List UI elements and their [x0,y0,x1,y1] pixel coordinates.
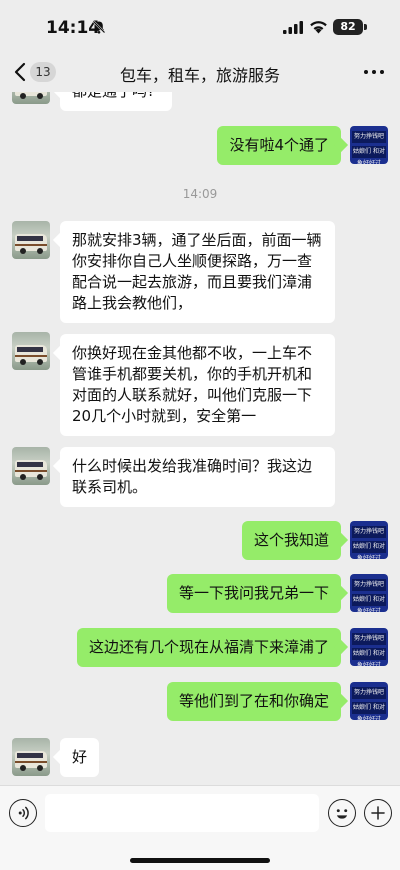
home-indicator[interactable] [130,858,270,863]
message-bubble-incoming[interactable]: 那就安排3辆，通了坐后面，前面一辆你安排你自己人坐顺便探路，万一查配合说一起去旅… [60,221,335,323]
chat-title: 包车，租车，旅游服务 [119,66,280,85]
chevron-left-icon[interactable] [10,60,30,84]
self-avatar[interactable]: 努力挣钱吧 姑娘们 和对象好好过 [350,521,388,559]
message-text: 这边还有几个现在从福清下来漳浦了 [88,638,329,656]
message-text: 那就安排3辆，通了坐后面，前面一辆你安排你自己人坐顺便探路，万一查配合说一起去旅… [72,231,322,312]
status-bar: 14:14 82 [0,0,400,52]
message-timestamp: 14:09 [182,187,218,201]
contact-avatar[interactable] [12,738,50,776]
self-avatar[interactable]: 努力挣钱吧 姑娘们 和对象好好过 [350,574,388,612]
message-bubble-outgoing[interactable]: 这个我知道 [241,521,341,560]
message-text: 什么时候出发给我准确时间？我这边联系司机。 [72,457,313,496]
plus-icon[interactable] [364,799,392,827]
message-bubble-incoming[interactable]: 都是通了吗? [60,92,172,111]
message-input[interactable] [45,794,319,832]
message-text: 好 [72,748,88,766]
self-avatar[interactable]: 努力挣钱吧 姑娘们 和对象好好过 [350,628,388,666]
more-dots-icon[interactable] [362,62,386,82]
battery-indicator: 82 [333,19,363,35]
message-text: 都是通了吗? [72,92,155,100]
self-avatar[interactable]: 努力挣钱吧 姑娘们 和对象好好过 [350,682,388,720]
battery-tip [364,24,367,30]
contact-avatar[interactable] [12,447,50,485]
bell-slash-icon [92,20,106,34]
unread-count-badge[interactable]: 13 [30,62,56,82]
nav-bar: 13 包车，租车，旅游服务 [0,52,400,92]
message-bubble-outgoing[interactable]: 等他们到了在和你确定 [166,682,341,721]
contact-avatar[interactable] [12,221,50,259]
message-bubble-incoming[interactable]: 你换好现在金其他都不收，一上车不管谁手机都要关机，你的手机开机和对面的人联系就好… [60,334,335,436]
voice-icon[interactable] [9,799,37,827]
message-text: 没有啦4个通了 [229,136,329,154]
contact-avatar[interactable] [12,92,50,104]
message-bubble-outgoing[interactable]: 没有啦4个通了 [217,126,341,165]
message-text: 等他们到了在和你确定 [178,692,329,710]
message-bubble-outgoing[interactable]: 等一下我问我兄弟一下 [166,574,341,613]
message-text: 你换好现在金其他都不收，一上车不管谁手机都要关机，你的手机开机和对面的人联系就好… [72,344,313,425]
self-avatar[interactable]: 努力挣钱吧 姑娘们 和对象好好过 [350,126,388,164]
message-bubble-incoming[interactable]: 什么时候出发给我准确时间？我这边联系司机。 [60,447,335,507]
wifi-icon [310,21,327,34]
chat-message-list[interactable]: 都是通了吗? 没有啦4个通了 努力挣钱吧姑娘们 和对象好好过 14:09 那就安… [0,92,400,785]
message-text: 这个我知道 [253,531,329,549]
message-bubble-outgoing[interactable]: 这边还有几个现在从福清下来漳浦了 [76,628,341,667]
message-bubble-incoming[interactable]: 好 [60,738,100,777]
signal-icon [283,21,303,34]
emoji-icon[interactable] [328,799,356,827]
message-text: 等一下我问我兄弟一下 [178,584,329,602]
contact-avatar[interactable] [12,332,50,370]
